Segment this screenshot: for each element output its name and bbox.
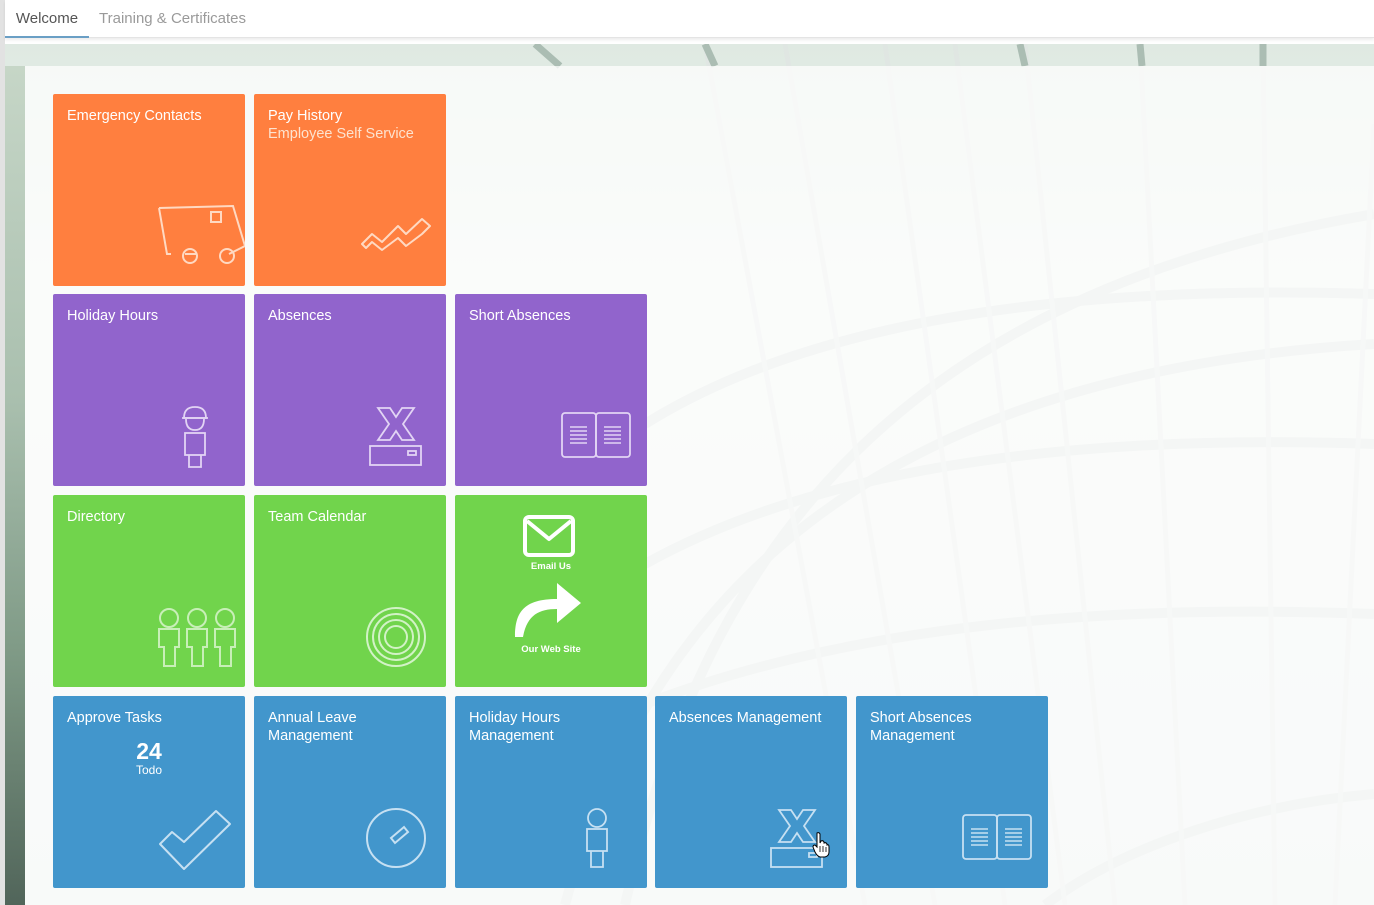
envelope-icon[interactable]: [523, 515, 575, 557]
tab-bar: Welcome Training & Certificates: [5, 0, 1374, 38]
email-us-link[interactable]: Email Us: [455, 561, 647, 572]
tile-emergency-contacts[interactable]: Emergency Contacts: [53, 94, 245, 286]
todo-count: 24: [136, 738, 162, 764]
tile-title: Absences Management: [669, 710, 822, 726]
open-book-icon: [962, 814, 1032, 860]
tile-title: Pay History Employee Self Service: [268, 107, 436, 143]
gauge-icon: [366, 808, 426, 868]
tile-title: Absences: [268, 308, 332, 324]
worker-hardhat-icon: [182, 406, 208, 468]
tile-absences-management[interactable]: Absences Management: [655, 696, 847, 888]
tile-directory[interactable]: Directory: [53, 495, 245, 687]
target-circles-icon: [366, 607, 426, 667]
tile-title: Directory: [67, 509, 126, 525]
tile-title: Short Absences: [469, 308, 571, 324]
tile-title: Team Calendar: [268, 509, 367, 525]
share-arrow-icon[interactable]: [513, 579, 583, 639]
tile-annual-leave-management[interactable]: Annual Leave Management: [254, 696, 446, 888]
truck-icon: [158, 204, 245, 264]
tile-title: Annual Leave Management: [268, 710, 357, 744]
tile-holiday-hours[interactable]: Holiday Hours: [53, 294, 245, 486]
tile-title: Approve Tasks: [67, 710, 162, 726]
tile-title: Short Absences Management: [870, 710, 972, 744]
tile-title: Holiday Hours Management: [469, 710, 561, 744]
tile-short-absences-management[interactable]: Short Absences Management: [856, 696, 1048, 888]
tile-title: Holiday Hours: [67, 308, 159, 324]
tile-title: Emergency Contacts: [67, 108, 202, 124]
hand-cursor-icon: [812, 832, 830, 858]
tab-training-certificates[interactable]: Training & Certificates: [99, 0, 246, 38]
tab-welcome[interactable]: Welcome: [5, 0, 89, 38]
x-tray-icon: [369, 407, 422, 466]
people-group-icon: [158, 608, 236, 667]
person-icon: [586, 808, 608, 868]
todo-count-label: Todo: [135, 763, 163, 777]
tile-contact-links: Email Us Our Web Site: [455, 495, 647, 687]
tile-approve-tasks[interactable]: Approve Tasks 24 Todo: [53, 696, 245, 888]
tile-pay-history[interactable]: Pay History Employee Self Service: [254, 94, 446, 286]
open-book-icon: [561, 412, 631, 458]
tile-absences[interactable]: Absences: [254, 294, 446, 486]
tile-team-calendar[interactable]: Team Calendar: [254, 495, 446, 687]
tile-subtitle: Employee Self Service: [268, 126, 414, 142]
trend-chart-icon: [361, 218, 431, 251]
tile-holiday-hours-management[interactable]: Holiday Hours Management: [455, 696, 647, 888]
our-web-site-link[interactable]: Our Web Site: [455, 644, 647, 655]
checkmark-icon: [159, 810, 231, 870]
tile-title-main: Pay History: [268, 108, 343, 124]
background-left-strip: [5, 66, 25, 905]
tile-short-absences[interactable]: Short Absences: [455, 294, 647, 486]
